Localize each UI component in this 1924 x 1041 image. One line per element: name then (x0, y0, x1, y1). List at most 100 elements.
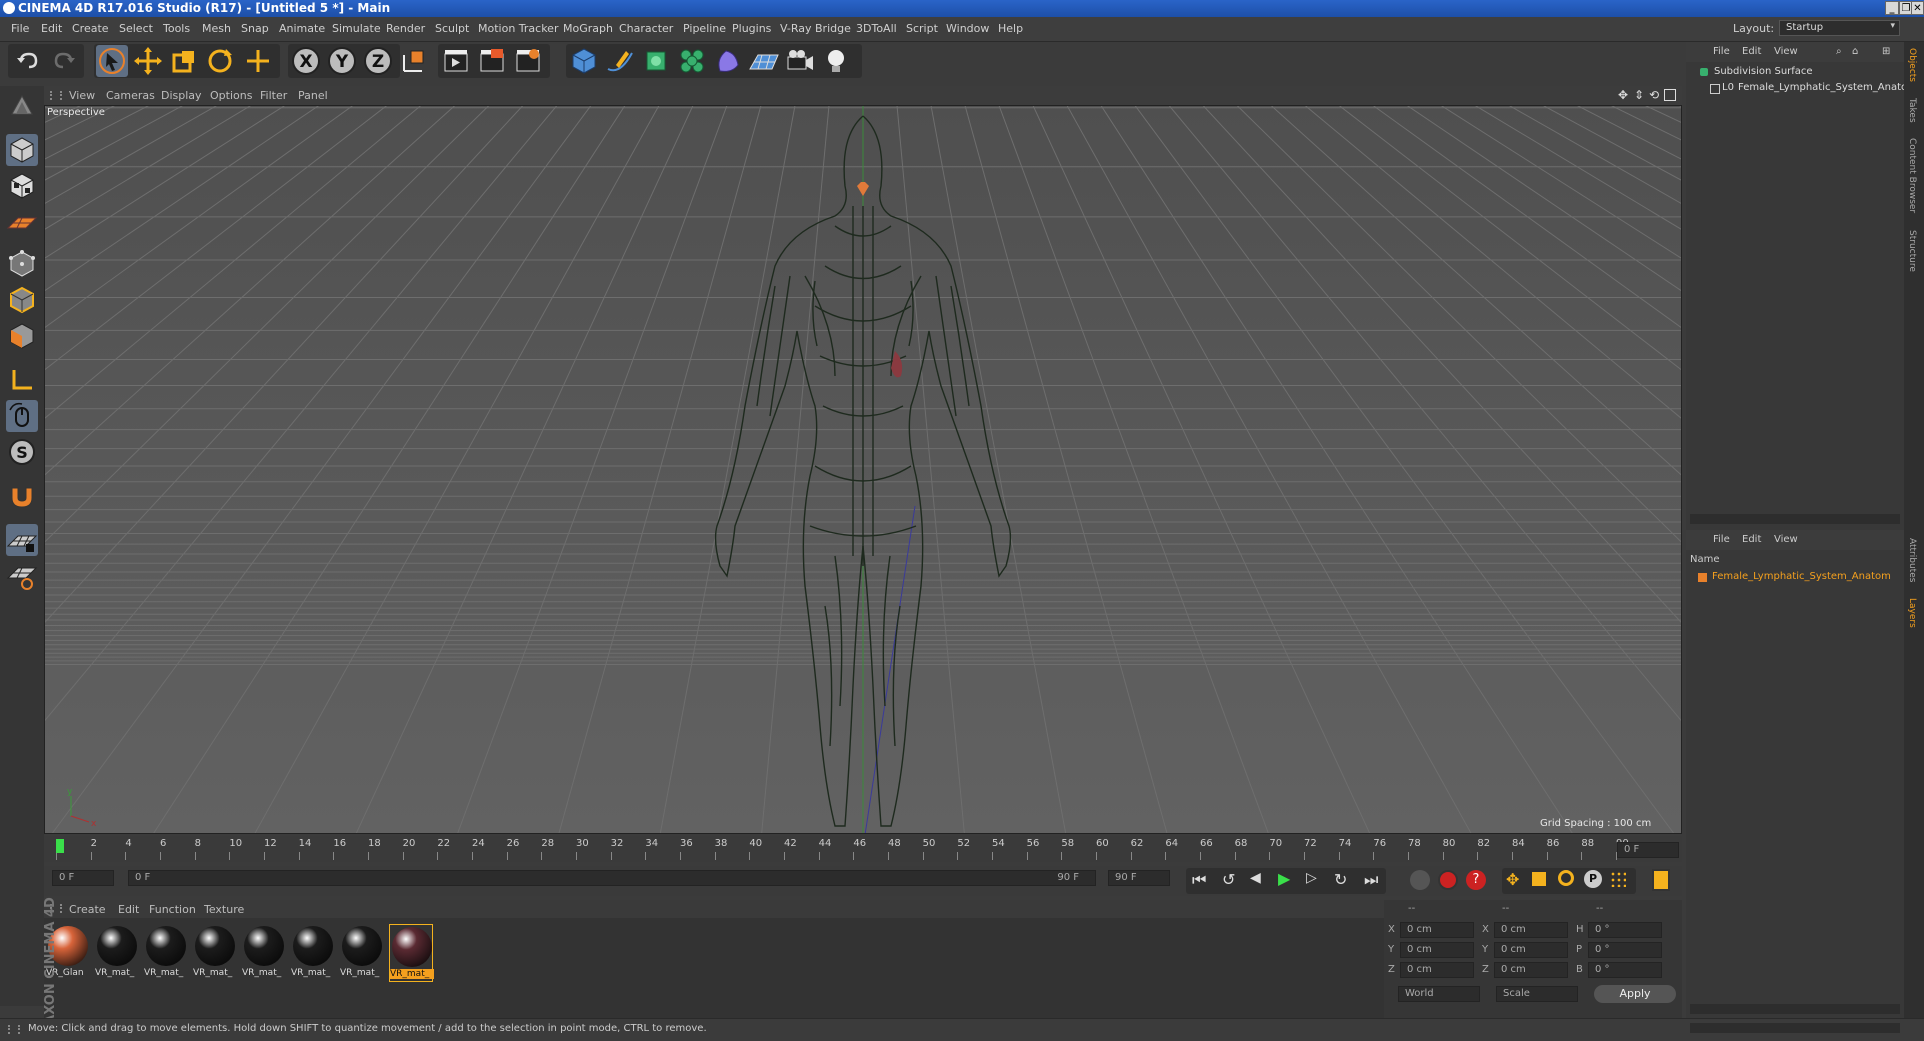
playhead-marker[interactable] (56, 839, 64, 853)
viewport-rotate-icon[interactable]: ⟲ (1649, 88, 1659, 102)
object-menu-file[interactable]: File (1713, 46, 1730, 57)
tab-structure[interactable]: Structure (1907, 230, 1917, 272)
tab-content-browser[interactable]: Content Browser (1907, 138, 1917, 213)
material-swatch[interactable]: VR_mat_ (95, 924, 139, 982)
material-menu-function[interactable]: Function (149, 903, 196, 916)
new-view-icon[interactable]: ⊞ (1882, 46, 1890, 57)
viewport-menu-panel[interactable]: Panel (298, 89, 328, 102)
layer-menu-view[interactable]: View (1774, 534, 1798, 545)
object-scrollbar[interactable] (1690, 514, 1900, 524)
floor-icon[interactable] (748, 45, 780, 77)
tab-attributes[interactable]: Attributes (1907, 538, 1917, 582)
camera-icon[interactable] (784, 45, 816, 77)
material-swatch[interactable]: VR_mat_ (291, 924, 335, 982)
coord-value-field[interactable]: 0 cm (1400, 942, 1474, 958)
magnet-icon[interactable] (6, 480, 38, 512)
tab-layers[interactable]: Layers (1907, 598, 1917, 628)
coord-value-field[interactable]: 0 cm (1494, 962, 1568, 978)
play-icon[interactable]: ▶ (1278, 869, 1290, 888)
material-menu-texture[interactable]: Texture (204, 903, 244, 916)
timeline-ruler[interactable]: 0246810121416182022242628303234363840424… (44, 836, 1682, 862)
layer-scrollbar[interactable] (1690, 1004, 1900, 1014)
subdivision-icon[interactable] (640, 45, 672, 77)
texture-mode-icon[interactable] (6, 170, 38, 202)
coord-value-field[interactable]: 0 cm (1400, 962, 1474, 978)
close-button[interactable]: ✕ (1911, 1, 1924, 15)
coord-value-field[interactable]: 0 ° (1588, 942, 1662, 958)
menu-script[interactable]: Script (906, 22, 938, 35)
menu-plugins[interactable]: Plugins (732, 22, 771, 35)
coord-value-field[interactable]: 0 cm (1494, 942, 1568, 958)
menu-pipeline[interactable]: Pipeline (683, 22, 726, 35)
tree-item-subdivision[interactable]: Subdivision Surface (1696, 65, 1896, 81)
viewport-menu-cameras[interactable]: Cameras (106, 89, 155, 102)
menu-tools[interactable]: Tools (163, 22, 190, 35)
end-frame-field[interactable]: 90 F (1108, 870, 1170, 886)
viewport-menu-filter[interactable]: Filter (260, 89, 287, 102)
move-icon[interactable] (132, 45, 164, 77)
next-frame-icon[interactable]: ▷ (1306, 870, 1317, 886)
viewport-dolly-icon[interactable]: ⇕ (1634, 88, 1644, 102)
pen-spline-icon[interactable] (604, 45, 636, 77)
viewport-menu-view[interactable]: View (69, 89, 95, 102)
scale-mode-dropdown[interactable]: Scale (1496, 986, 1578, 1002)
menu-simulate[interactable]: Simulate (332, 22, 381, 35)
workplane-icon[interactable] (6, 206, 38, 238)
select-arrow-icon[interactable] (96, 45, 128, 77)
menu-vray-bridge[interactable]: V-Ray Bridge (780, 22, 851, 35)
x-axis-icon[interactable]: X (290, 45, 322, 77)
menu-select[interactable]: Select (119, 22, 153, 35)
menu-edit[interactable]: Edit (41, 22, 62, 35)
object-mode-icon[interactable] (6, 134, 38, 166)
layer-item[interactable]: Female_Lymphatic_System_Anatom (1696, 570, 1902, 586)
material-swatch[interactable]: VR_mat_ (144, 924, 188, 982)
record-keys-icon[interactable] (1438, 870, 1458, 890)
menu-3dtoall[interactable]: 3DToAll (856, 22, 897, 35)
layer-color-swatch[interactable] (1698, 573, 1707, 582)
key-pla-icon[interactable] (1610, 871, 1626, 887)
menu-animate[interactable]: Animate (279, 22, 325, 35)
go-to-end-icon[interactable]: ⏭ (1364, 870, 1378, 890)
y-axis-icon[interactable]: Y (326, 45, 358, 77)
render-picture-viewer-icon[interactable] (476, 45, 508, 77)
redo-icon[interactable] (48, 45, 80, 77)
status-scrollbar[interactable] (1690, 1023, 1900, 1033)
locked-workplane-icon[interactable] (6, 560, 38, 592)
viewport-maximize-icon[interactable] (1664, 89, 1676, 101)
layer-menu-edit[interactable]: Edit (1742, 534, 1761, 545)
object-menu-view[interactable]: View (1774, 46, 1798, 57)
cloner-icon[interactable] (676, 45, 708, 77)
last-tool-icon[interactable] (242, 45, 274, 77)
search-icon[interactable]: ⌕ (1836, 46, 1842, 57)
solo-icon[interactable]: S (6, 436, 38, 468)
render-settings-icon[interactable] (512, 45, 544, 77)
key-scale-icon[interactable] (1532, 872, 1546, 886)
previous-frame-icon[interactable]: ◀ (1250, 870, 1261, 886)
key-rotation-icon[interactable] (1558, 870, 1574, 886)
material-menu-edit[interactable]: Edit (118, 903, 139, 916)
key-position-icon[interactable]: ✥ (1506, 870, 1519, 889)
go-to-start-icon[interactable]: ⏮ (1192, 870, 1206, 890)
rotate-icon[interactable] (204, 45, 236, 77)
timeline-window-icon[interactable] (1652, 869, 1670, 891)
home-icon[interactable]: ⌂ (1852, 46, 1858, 57)
scale-icon[interactable] (168, 45, 200, 77)
tab-objects[interactable]: Objects (1907, 48, 1917, 82)
light-icon[interactable] (820, 45, 852, 77)
deformer-icon[interactable] (712, 45, 744, 77)
coord-system-dropdown[interactable]: World (1398, 986, 1480, 1002)
start-frame-field[interactable]: 0 F (52, 870, 114, 886)
menu-sculpt[interactable]: Sculpt (435, 22, 469, 35)
menu-mesh[interactable]: Mesh (202, 22, 231, 35)
material-swatch[interactable]: VR_mat_ (340, 924, 384, 982)
tree-item-lymphatic[interactable]: L0 Female_Lymphatic_System_Anator (1708, 81, 1911, 97)
apply-button[interactable]: Apply (1594, 985, 1676, 1003)
minimize-button[interactable]: _ (1885, 1, 1899, 15)
material-swatch[interactable]: VR_mat_ (193, 924, 237, 982)
range-slider[interactable]: 0 F 90 F (128, 870, 1096, 886)
viewport-pan-icon[interactable]: ✥ (1618, 88, 1628, 102)
axis-mode-icon[interactable] (6, 364, 38, 396)
current-frame-field[interactable]: 0 F (1617, 842, 1679, 858)
menu-window[interactable]: Window (946, 22, 989, 35)
viewport-menu-display[interactable]: Display (161, 89, 202, 102)
